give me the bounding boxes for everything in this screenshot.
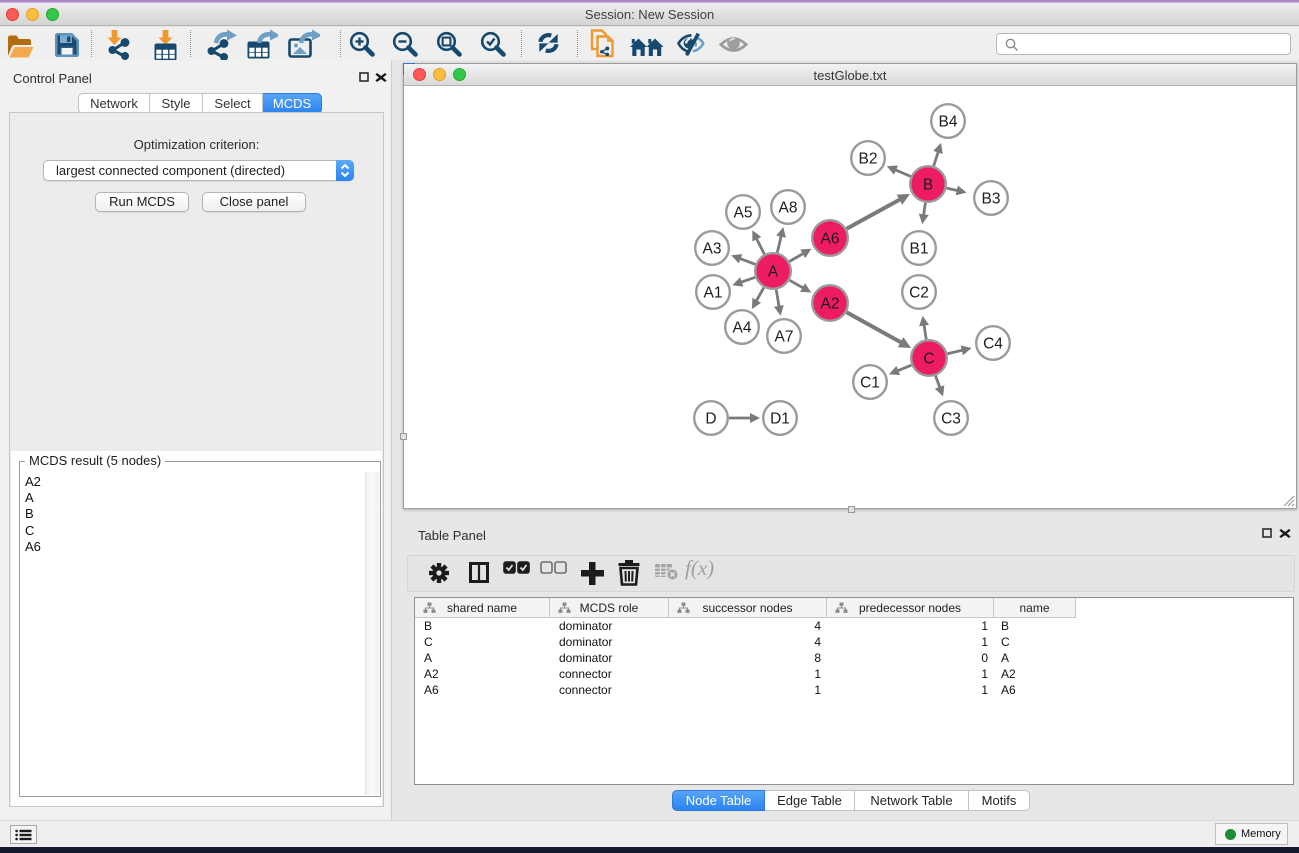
svg-text:B4: B4: [939, 114, 958, 131]
svg-text:A3: A3: [703, 241, 722, 258]
svg-text:A4: A4: [733, 320, 752, 337]
svg-text:D: D: [705, 411, 716, 428]
svg-text:C4: C4: [983, 336, 1003, 353]
svg-text:A7: A7: [775, 329, 794, 346]
svg-text:C3: C3: [941, 411, 961, 428]
svg-text:C2: C2: [909, 285, 929, 302]
svg-text:A8: A8: [779, 200, 798, 217]
svg-text:C: C: [923, 351, 934, 368]
svg-text:B2: B2: [859, 151, 878, 168]
svg-text:A5: A5: [734, 205, 753, 222]
svg-text:B: B: [923, 177, 933, 194]
svg-text:A: A: [768, 264, 779, 281]
svg-text:B3: B3: [982, 191, 1001, 208]
svg-text:C1: C1: [860, 375, 880, 392]
svg-text:A2: A2: [821, 296, 840, 313]
svg-text:A1: A1: [704, 285, 723, 302]
svg-text:D1: D1: [770, 411, 790, 428]
svg-text:A6: A6: [821, 231, 840, 248]
svg-text:B1: B1: [910, 241, 929, 258]
